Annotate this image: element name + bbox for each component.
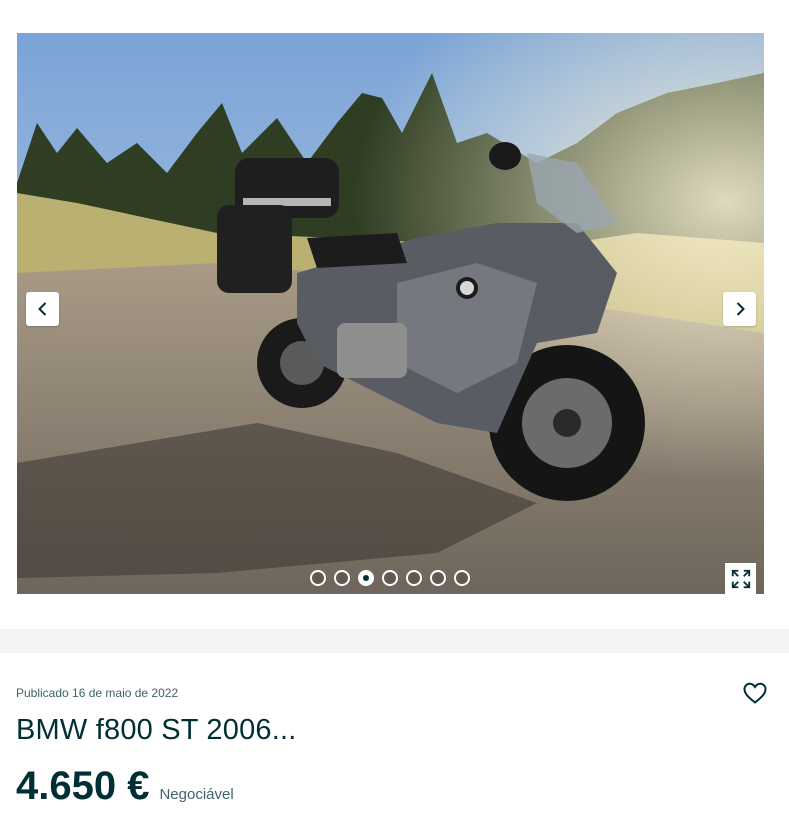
motorcycle-photo	[17, 33, 764, 594]
heart-icon[interactable]	[742, 681, 768, 705]
negotiable-label: Negociável	[159, 786, 234, 803]
previous-image-button[interactable]	[26, 292, 59, 326]
gallery-dot[interactable]	[430, 570, 446, 586]
published-date: Publicado 16 de maio de 2022	[16, 686, 179, 700]
fullscreen-button[interactable]	[725, 563, 756, 594]
section-divider	[0, 629, 789, 653]
gallery-dot-active[interactable]	[358, 570, 374, 586]
gallery-dot[interactable]	[334, 570, 350, 586]
listing-title: BMW f800 ST 2006...	[16, 714, 297, 746]
image-gallery[interactable]	[17, 33, 764, 594]
listing-photo[interactable]	[17, 33, 764, 594]
chevron-right-icon	[736, 302, 745, 316]
next-image-button[interactable]	[723, 292, 756, 326]
gallery-dot[interactable]	[454, 570, 470, 586]
listing-price: 4.650 €	[16, 764, 150, 808]
price-row: 4.650 € Negociável	[16, 764, 234, 809]
gallery-dot[interactable]	[406, 570, 422, 586]
gallery-dot[interactable]	[310, 570, 326, 586]
gallery-dot[interactable]	[382, 570, 398, 586]
expand-icon	[731, 569, 750, 588]
chevron-left-icon	[37, 302, 46, 316]
gallery-pagination-dots	[310, 570, 470, 586]
